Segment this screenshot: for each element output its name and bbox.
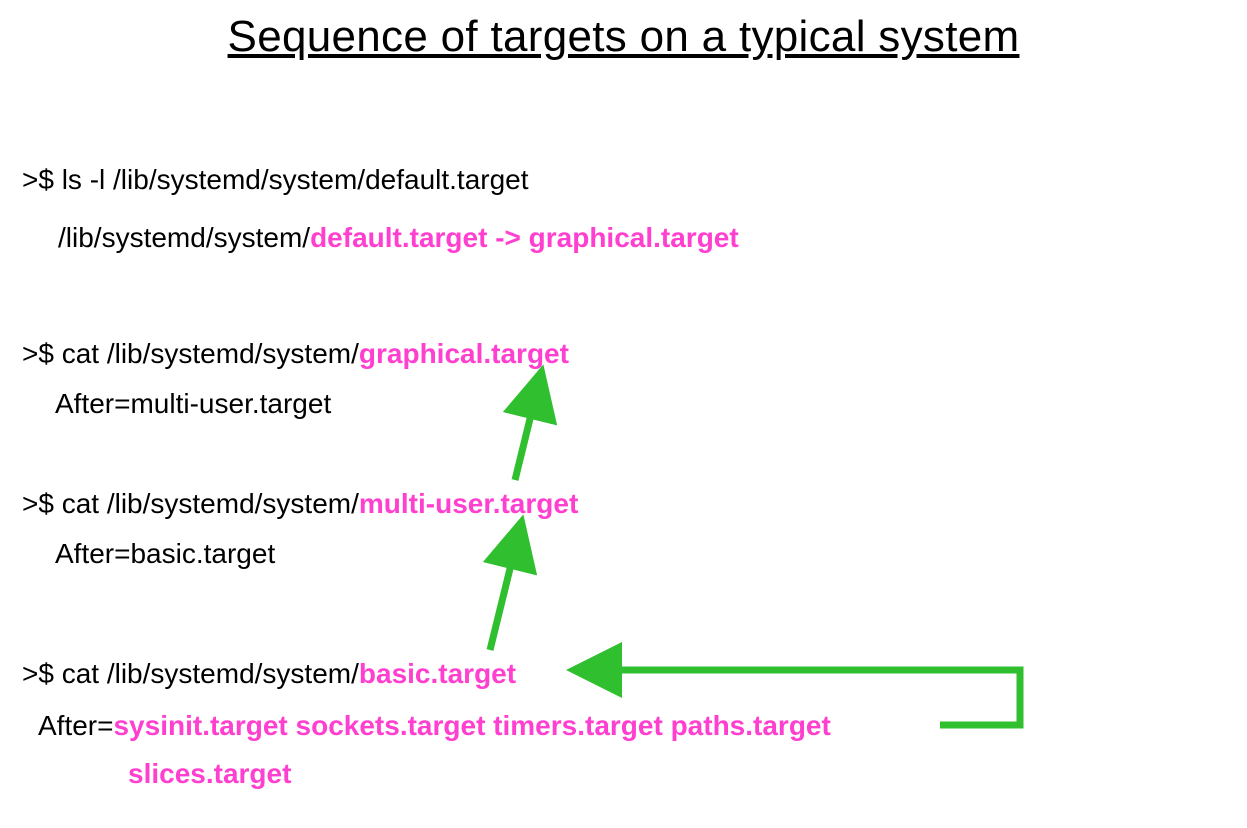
cmd-cat-multiuser: >$ cat /lib/systemd/system/multi-user.ta… [22, 490, 578, 518]
cmd-plain: cat /lib/systemd/system/ [62, 658, 359, 689]
out-basic-after-line1: After=sysinit.target sockets.target time… [38, 712, 831, 740]
cmd-plain: cat /lib/systemd/system/ [62, 488, 359, 519]
cmd-hl-graphical: graphical.target [359, 338, 569, 369]
cmd-ls-default: >$ ls -l /lib/systemd/system/default.tar… [22, 166, 529, 194]
arrow-multiuser-to-graphical-icon [515, 378, 540, 480]
out-basic-after-line2: slices.target [128, 760, 291, 788]
out-highlight-default-link: default.target -> graphical.target [310, 222, 739, 253]
slide-title: Sequence of targets on a typical system [0, 12, 1247, 62]
arrow-basic-to-multiuser-icon [490, 528, 520, 650]
slide: Sequence of targets on a typical system … [0, 0, 1247, 828]
out-prefix: After= [38, 710, 113, 741]
prompt: >$ [22, 658, 62, 689]
out-multiuser-after: After=basic.target [55, 540, 275, 568]
prompt: >$ [22, 164, 62, 195]
cmd-cat-basic: >$ cat /lib/systemd/system/basic.target [22, 660, 516, 688]
prompt: >$ [22, 488, 62, 519]
cmd-plain: cat /lib/systemd/system/ [62, 338, 359, 369]
cmd-cat-graphical: >$ cat /lib/systemd/system/graphical.tar… [22, 340, 569, 368]
cmd-hl-basic: basic.target [359, 658, 516, 689]
out-graphical-after: After=multi-user.target [55, 390, 331, 418]
out-plain: /lib/systemd/system/ [58, 222, 310, 253]
cmd-text: ls -l /lib/systemd/system/default.target [62, 164, 529, 195]
out-ls-default: /lib/systemd/system/default.target -> gr… [58, 224, 739, 252]
out-hl-deps-1: sysinit.target sockets.target timers.tar… [113, 710, 830, 741]
cmd-hl-multiuser: multi-user.target [359, 488, 578, 519]
prompt: >$ [22, 338, 62, 369]
out-hl-deps-2: slices.target [128, 758, 291, 789]
